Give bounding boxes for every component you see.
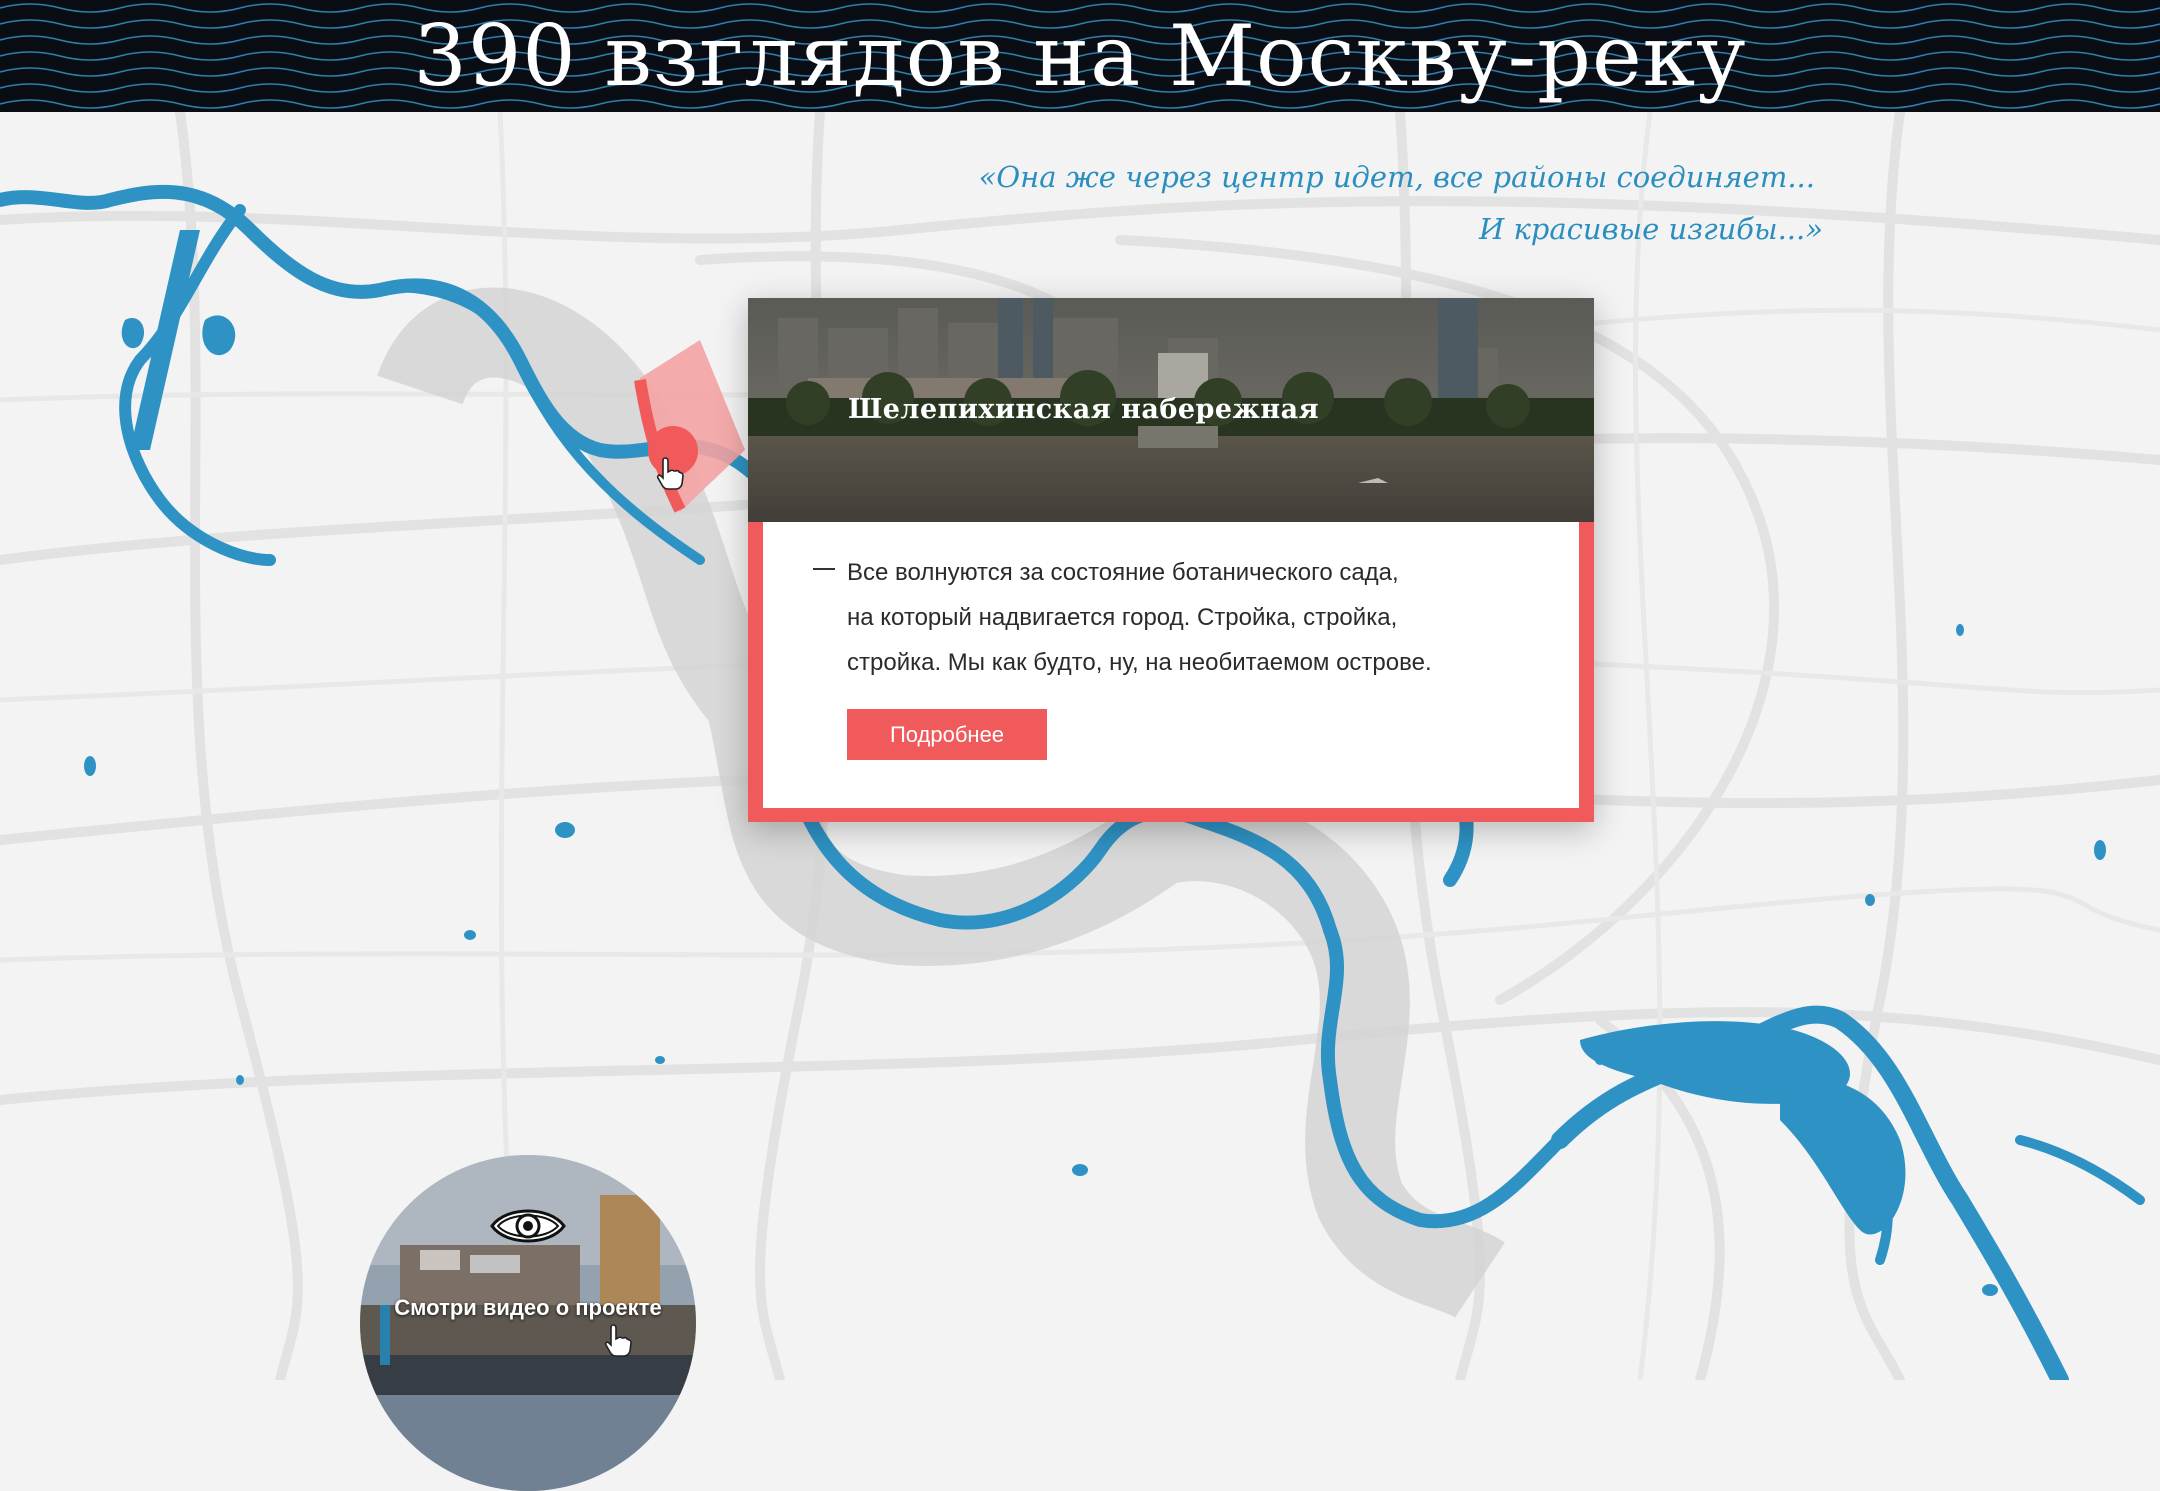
page-title: 390 взглядов на Москву-реку bbox=[413, 7, 1747, 105]
quote-dash bbox=[813, 568, 835, 570]
location-card: Шелепихинская набережная Все волнуются з… bbox=[748, 298, 1594, 822]
location-title: Шелепихинская набережная bbox=[848, 394, 1320, 425]
quote-text-line: стройка. Мы как будто, ну, на необитаемо… bbox=[847, 649, 1432, 676]
location-quote: Все волнуются за состояние ботанического… bbox=[847, 550, 1567, 685]
page-header: 390 взглядов на Москву-реку bbox=[0, 0, 2160, 112]
pointer-hand-icon bbox=[604, 1324, 632, 1357]
quote-text-line: Все волнуются за состояние ботанического… bbox=[847, 559, 1399, 586]
pointer-hand-icon bbox=[656, 457, 684, 490]
more-button[interactable]: Подробнее bbox=[847, 709, 1047, 760]
eye-icon bbox=[490, 1209, 566, 1243]
quote-line-2: И красивые изгибы...» bbox=[1478, 212, 1823, 246]
card-body: Все волнуются за состояние ботанического… bbox=[763, 522, 1579, 808]
location-photo: Шелепихинская набережная bbox=[748, 298, 1594, 522]
quote-line-1: «Она же через центр идет, все районы сое… bbox=[978, 160, 1815, 194]
quote-text-line: на который надвигается город. Стройка, с… bbox=[847, 604, 1398, 631]
video-button[interactable]: Смотри видео о проекте bbox=[360, 1155, 696, 1491]
video-label: Смотри видео о проекте bbox=[394, 1295, 662, 1320]
